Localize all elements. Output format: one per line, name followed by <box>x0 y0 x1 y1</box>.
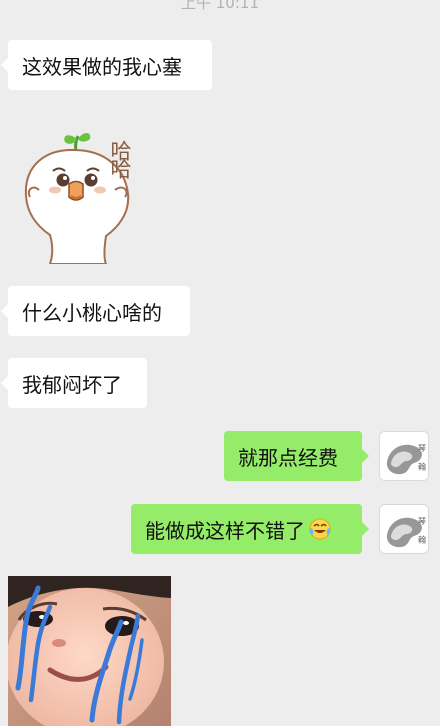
outgoing-message-5[interactable]: 能做成这样不错了 <box>131 504 369 554</box>
user-avatar-1[interactable]: 琴 翰 <box>379 431 429 481</box>
message-text: 能做成这样不错了 <box>145 518 305 543</box>
avatar-seal-text: 琴 翰 <box>418 444 427 475</box>
brush-seal-avatar-icon: 琴 翰 <box>380 505 428 553</box>
incoming-message-1[interactable]: 这效果做的我心塞 <box>1 40 212 90</box>
message-text: 这效果做的我心塞 <box>22 54 182 79</box>
message-text: 就那点经费 <box>238 445 338 470</box>
outgoing-message-4[interactable]: 就那点经费 <box>224 431 369 481</box>
message-text: 我郁闷坏了 <box>22 372 122 397</box>
crying-laughing-bun-sticker-icon: 哈哈 <box>24 132 132 265</box>
avatar-seal-text: 琴 翰 <box>418 517 427 548</box>
message-text: 什么小桃心啥的 <box>22 300 162 325</box>
user-avatar-2[interactable]: 琴 翰 <box>379 504 429 554</box>
chat-screen: 上午 10:11 这效果做的我心塞 哈哈 什么小桃心啥的 我郁闷坏了 就那点经费… <box>0 0 440 726</box>
sticker-text: 哈哈 <box>108 140 132 179</box>
brush-seal-avatar-icon: 琴 翰 <box>380 432 428 480</box>
incoming-message-3[interactable]: 我郁闷坏了 <box>1 358 147 408</box>
photo-message[interactable] <box>8 576 171 726</box>
tears-of-joy-emoji-icon <box>309 518 331 540</box>
sticker-message[interactable]: 哈哈 <box>14 112 154 265</box>
incoming-message-2[interactable]: 什么小桃心啥的 <box>1 286 190 336</box>
crying-child-photo-icon <box>8 576 171 726</box>
message-timestamp: 上午 10:11 <box>181 0 259 12</box>
